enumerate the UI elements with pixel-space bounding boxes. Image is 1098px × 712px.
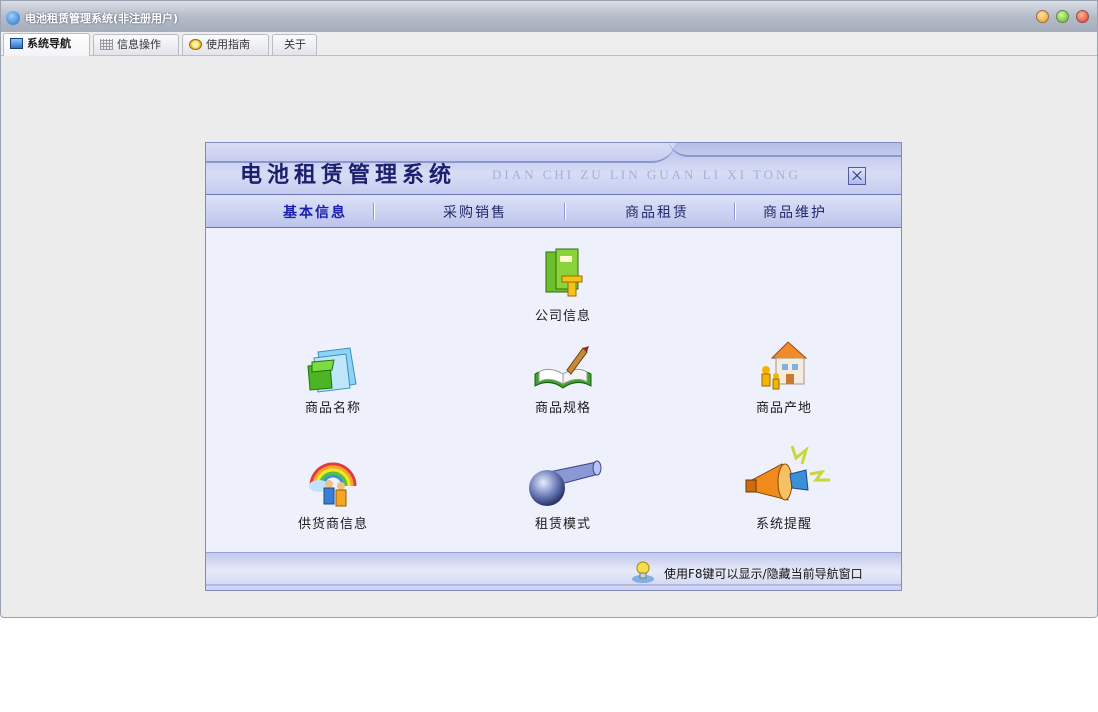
tab-label: 信息操作: [117, 38, 161, 51]
title-bar[interactable]: 电池租赁管理系统(非注册用户): [1, 1, 1097, 33]
item-label: 供货商信息: [297, 517, 368, 532]
item-system-reminder[interactable]: 系统提醒: [729, 444, 839, 532]
panel-header: 电池租赁管理系统 DIAN CHI ZU LIN GUAN LI XI TONG: [206, 143, 901, 195]
nav-separator: [373, 203, 375, 220]
tab-user-guide[interactable]: 使用指南: [182, 34, 269, 55]
tab-bar: 系统导航 信息操作 使用指南 关于: [1, 32, 1097, 56]
footer-hint: 使用F8键可以显示/隐藏当前导航窗口: [664, 567, 863, 581]
item-label: 公司信息: [534, 309, 591, 324]
item-company-info[interactable]: 公司信息: [508, 246, 618, 324]
nav-separator: [734, 203, 736, 220]
item-label: 租赁模式: [534, 517, 591, 532]
header-decoration: [668, 143, 901, 157]
lightbulb-icon: [632, 561, 654, 583]
item-label: 商品产地: [755, 401, 812, 416]
tab-label: 关于: [284, 38, 306, 51]
tab-label: 使用指南: [206, 38, 250, 51]
close-icon[interactable]: [848, 167, 866, 185]
globe-pipe-icon: [529, 460, 602, 506]
folder-icon: [307, 347, 357, 393]
maximize-button[interactable]: [1056, 10, 1069, 23]
nav-purchase-sales[interactable]: 采购销售: [443, 202, 507, 222]
minimize-button[interactable]: [1036, 10, 1049, 23]
panel-footer: 使用F8键可以显示/隐藏当前导航窗口: [206, 552, 901, 590]
house-icon: [761, 341, 808, 390]
megaphone-icon: [745, 445, 830, 501]
grid-icon: [100, 39, 113, 50]
nav-product-rental[interactable]: 商品租赁: [625, 202, 689, 222]
window-title: 电池租赁管理系统(非注册用户): [25, 12, 179, 25]
panel-nav: 基本信息 采购销售 商品租赁 商品维护: [206, 195, 901, 228]
guide-icon: [189, 39, 202, 50]
footer-line: [206, 584, 901, 586]
tab-system-navigation[interactable]: 系统导航: [3, 33, 90, 56]
item-label: 系统提醒: [755, 517, 812, 532]
monitor-icon: [10, 38, 23, 49]
item-product-name[interactable]: 商品名称: [278, 344, 388, 416]
item-grid: 公司信息 商品名称 商品规格 商品产地 供货商信息 租赁模式 系统提醒: [206, 228, 901, 550]
item-supplier-info[interactable]: 供货商信息: [278, 456, 388, 532]
app-icon: [6, 11, 20, 25]
panel-subtitle: DIAN CHI ZU LIN GUAN LI XI TONG: [492, 167, 801, 182]
nav-separator: [564, 203, 566, 220]
books-icon: [545, 248, 583, 297]
rainbow-people-icon: [309, 462, 357, 507]
panel-title: 电池租赁管理系统: [240, 162, 457, 188]
nav-product-maintenance[interactable]: 商品维护: [763, 202, 827, 222]
item-label: 商品规格: [534, 401, 591, 416]
tab-about[interactable]: 关于: [272, 34, 317, 55]
open-book-icon: [534, 346, 592, 389]
tab-label: 系统导航: [27, 37, 71, 50]
tab-info-operation[interactable]: 信息操作: [93, 34, 179, 55]
navigation-panel: 电池租赁管理系统 DIAN CHI ZU LIN GUAN LI XI TONG…: [205, 142, 902, 591]
nav-basic-info[interactable]: 基本信息: [283, 202, 347, 222]
item-product-origin[interactable]: 商品产地: [729, 334, 839, 416]
item-label: 商品名称: [304, 401, 361, 416]
item-rental-mode[interactable]: 租赁模式: [508, 456, 618, 532]
item-product-spec[interactable]: 商品规格: [508, 344, 618, 416]
close-window-button[interactable]: [1076, 10, 1089, 23]
